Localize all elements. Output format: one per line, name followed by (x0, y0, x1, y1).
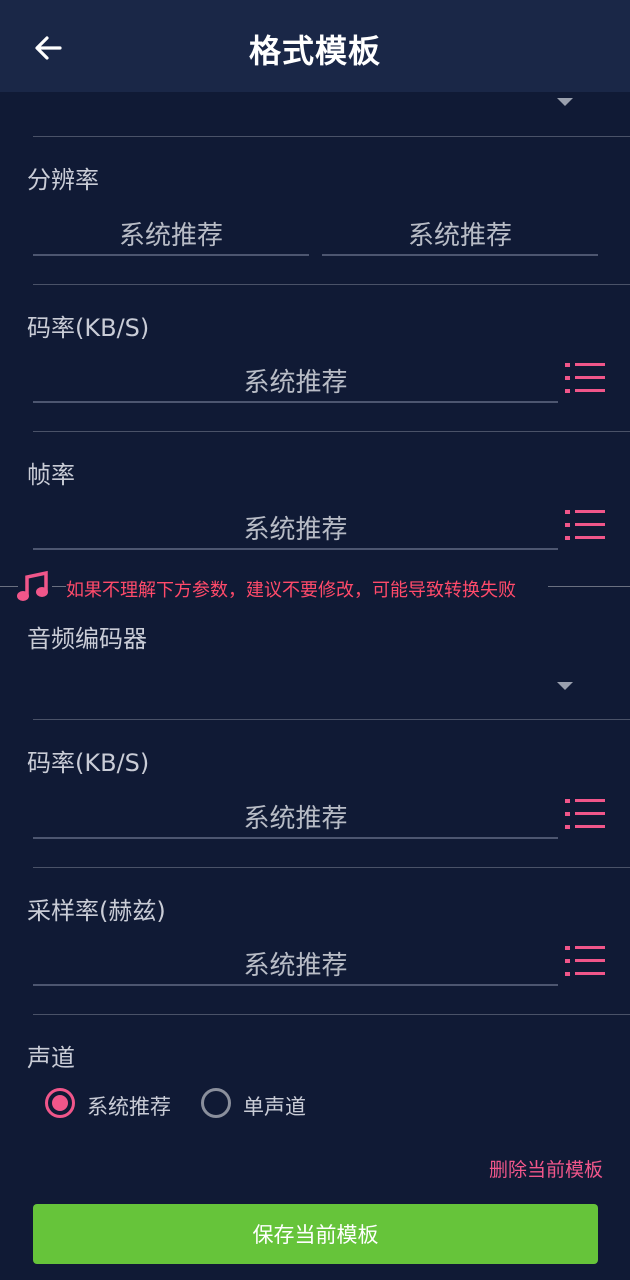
page-title: 格式模板 (248, 32, 381, 70)
divider (548, 586, 630, 587)
input-underline (33, 548, 558, 550)
save-template-button[interactable]: 保存当前模板 (33, 1204, 598, 1264)
delete-template-link[interactable]: 删除当前模板 (489, 1155, 603, 1182)
input-underline (33, 254, 309, 256)
divider (33, 867, 630, 868)
radio-system-recommended[interactable] (45, 1088, 75, 1118)
resolution-height-input[interactable]: 系统推荐 (322, 215, 598, 252)
dropdown-caret-icon[interactable] (557, 98, 573, 106)
divider (33, 719, 630, 720)
dropdown-caret-icon[interactable] (557, 682, 573, 690)
video-bitrate-label: 码率(KB/S) (27, 314, 150, 342)
input-underline (33, 401, 558, 403)
resolution-label: 分辨率 (27, 166, 99, 194)
audio-codec-label: 音频编码器 (27, 625, 147, 653)
warning-text: 如果不理解下方参数，建议不要修改，可能导致转换失败 (66, 580, 516, 601)
music-note-icon (17, 570, 48, 601)
audio-bitrate-label: 码率(KB/S) (27, 749, 150, 777)
divider (33, 1014, 630, 1015)
radio-mono[interactable] (201, 1088, 231, 1118)
radio-label-mono[interactable]: 单声道 (243, 1091, 306, 1121)
list-menu-icon[interactable] (563, 360, 607, 396)
app-bar: 格式模板 (0, 0, 630, 92)
framerate-input[interactable]: 系统推荐 (33, 509, 558, 546)
divider (52, 586, 66, 587)
framerate-label: 帧率 (27, 461, 75, 489)
input-underline (33, 984, 558, 986)
video-bitrate-input[interactable]: 系统推荐 (33, 362, 558, 399)
divider (33, 284, 630, 285)
samplerate-label: 采样率(赫兹) (27, 897, 166, 925)
channel-label: 声道 (27, 1044, 75, 1072)
list-menu-icon[interactable] (563, 796, 607, 832)
list-menu-icon[interactable] (563, 507, 607, 543)
divider (33, 431, 630, 432)
radio-label-system-recommended[interactable]: 系统推荐 (87, 1091, 171, 1121)
divider (33, 136, 630, 137)
audio-bitrate-input[interactable]: 系统推荐 (33, 798, 558, 835)
resolution-width-input[interactable]: 系统推荐 (33, 215, 309, 252)
input-underline (322, 254, 598, 256)
samplerate-input[interactable]: 系统推荐 (33, 945, 558, 982)
list-menu-icon[interactable] (563, 943, 607, 979)
input-underline (33, 837, 558, 839)
